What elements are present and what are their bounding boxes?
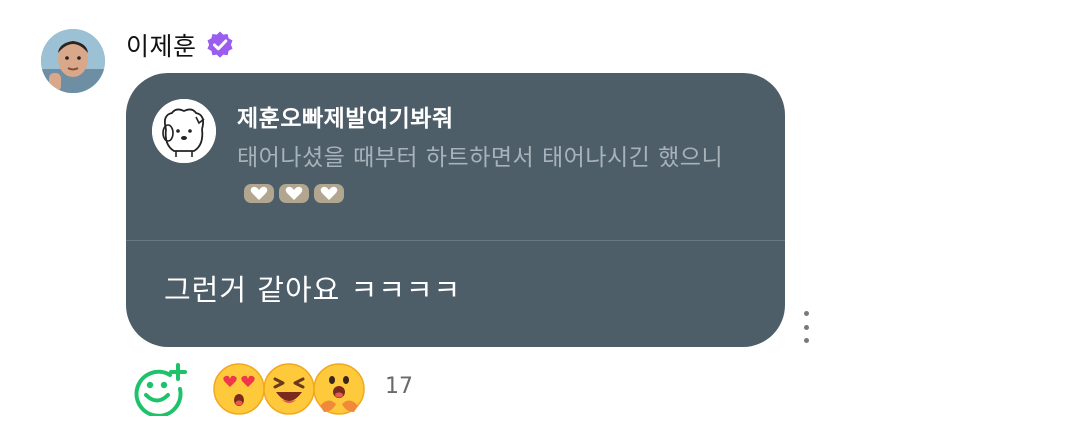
reaction-count[interactable]: 17 — [385, 374, 413, 399]
heart-emoji-group — [243, 181, 345, 205]
heart-hands-emoji-icon — [314, 184, 344, 203]
vertical-ellipsis-icon — [803, 311, 809, 316]
reaction-summary[interactable] — [212, 362, 365, 416]
bubble-divider — [126, 240, 785, 241]
author-avatar[interactable] — [41, 29, 105, 93]
comment-bubble[interactable]: 제훈오빠제발여기봐줘 태어나셨을 때부터 하트하면서 태어나시긴 했으니 그런거… — [126, 73, 785, 347]
quoted-author-name: 제훈오빠제발여기봐줘 — [237, 106, 454, 132]
profile-photo-icon — [41, 29, 105, 93]
quoted-text: 태어나셨을 때부터 하트하면서 태어나시긴 했으니 — [237, 140, 757, 212]
vertical-ellipsis-icon — [803, 324, 809, 330]
quoted-text-body: 태어나셨을 때부터 하트하면서 태어나시긴 했으니 — [237, 145, 724, 171]
hugging-emoji-icon — [312, 362, 366, 416]
add-reaction-button[interactable] — [130, 362, 188, 416]
heart-eyes-emoji-icon — [212, 362, 266, 416]
comment-header: 이제훈 — [126, 27, 235, 63]
heart-hands-emoji-icon — [279, 184, 309, 203]
author-name[interactable]: 이제훈 — [126, 27, 197, 63]
reply-text: 그런거 같아요 ㅋㅋㅋㅋ — [164, 273, 462, 307]
more-options-button[interactable] — [796, 311, 816, 343]
comment-item: 이제훈 제훈오빠제발여기봐줘 태어나셨을 때부터 하트하면서 태어나시긴 했으니… — [0, 0, 1080, 435]
laughing-emoji-icon — [262, 362, 316, 416]
add-reaction-icon — [134, 363, 187, 416]
vertical-ellipsis-icon — [803, 338, 809, 343]
heart-hands-emoji-icon — [244, 184, 274, 203]
quoted-author-avatar — [152, 99, 216, 163]
verified-badge-icon — [205, 30, 235, 60]
cartoon-dog-avatar-icon — [152, 99, 216, 163]
